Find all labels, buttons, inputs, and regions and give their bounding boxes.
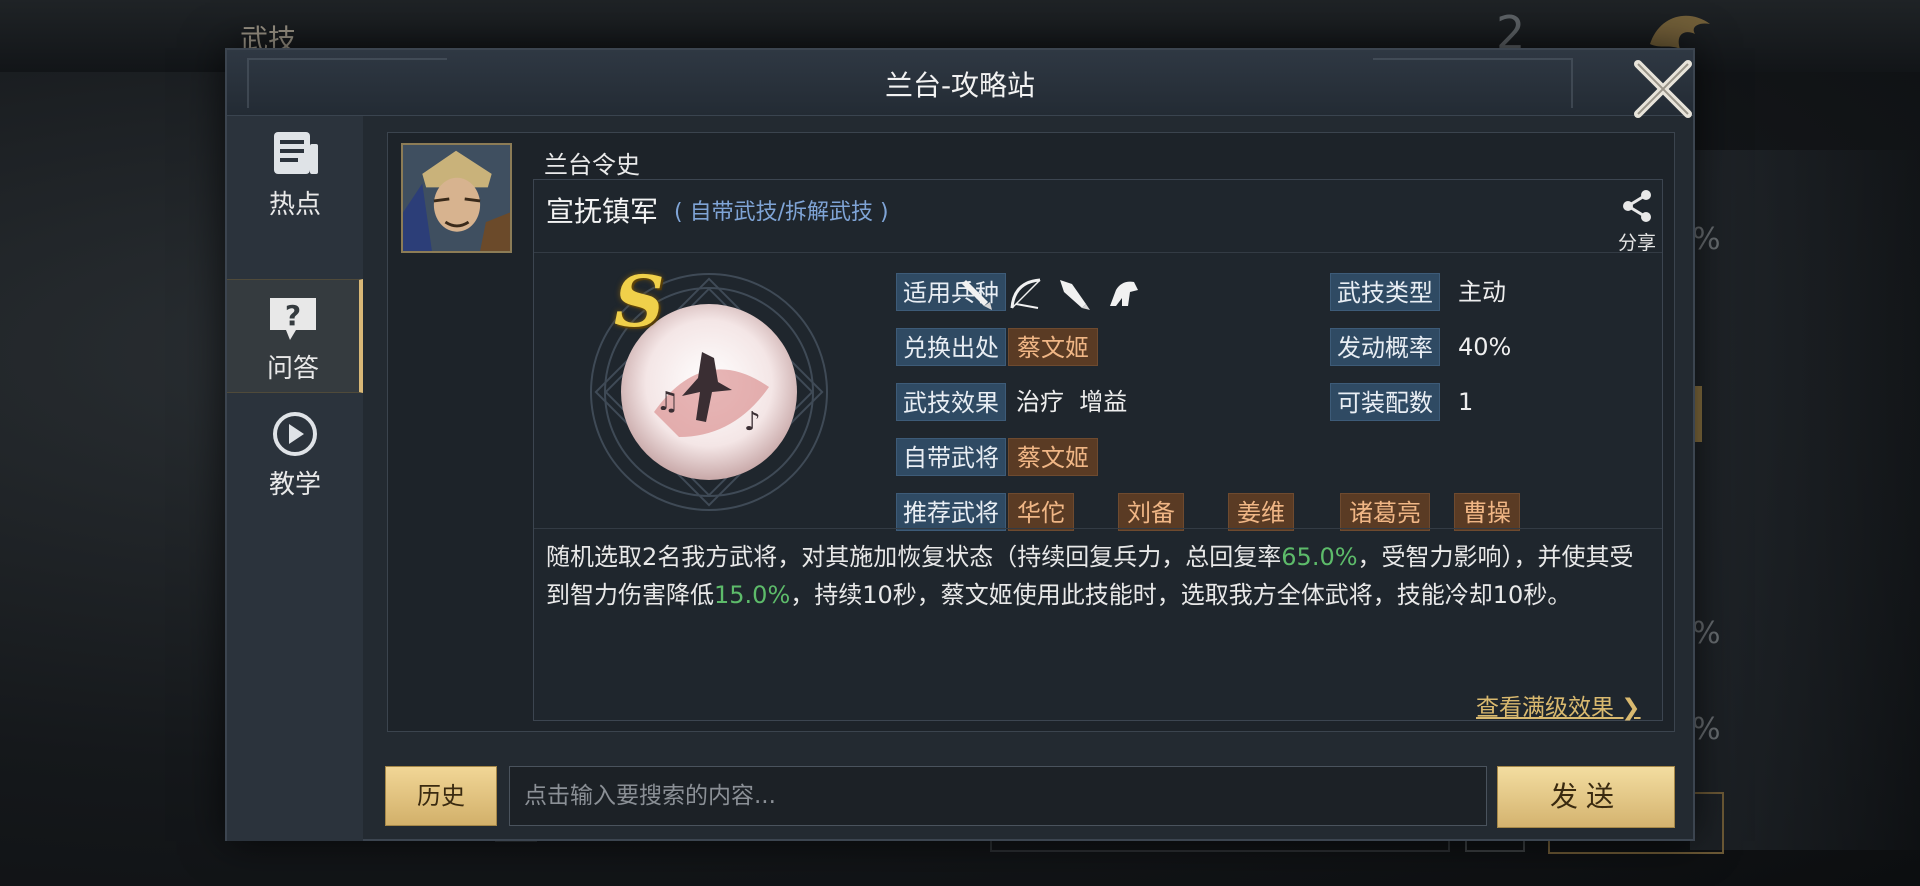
- svg-text:?: ?: [285, 299, 301, 332]
- attr-label-effect: 武技效果: [896, 383, 1006, 421]
- close-icon: [1634, 60, 1692, 118]
- background-percent: %: [1692, 616, 1721, 651]
- sidebar: 热点 ? 问答 教学: [227, 116, 363, 841]
- share-label: 分享: [1617, 232, 1656, 254]
- skill-subtitle: ( 自带武技/拆解武技 ): [674, 200, 889, 225]
- sidebar-item-label: 问答: [266, 354, 319, 384]
- strategy-dialog: 兰台-攻略站 热点 ? 问答 教学 兰台令史 宣抚镇军 (自带武技/拆解武技 …: [225, 48, 1695, 841]
- sidebar-item-tutorial[interactable]: 教学: [227, 396, 363, 510]
- bow-icon: [1008, 276, 1044, 312]
- description-text: 随机选取2名我方武将，对其施加恢复状态（持续回复兵力，总回复率: [546, 543, 1282, 571]
- svg-text:♫: ♫: [656, 387, 679, 417]
- exchange-general-chip[interactable]: 蔡文姬: [1008, 328, 1098, 366]
- attr-label-equip-count: 可装配数: [1330, 383, 1440, 421]
- close-button[interactable]: [1620, 48, 1706, 130]
- divider: [534, 528, 1662, 529]
- attr-value-skill-type: 主动: [1458, 278, 1506, 306]
- share-icon: [1623, 190, 1651, 222]
- attr-label-skill-type: 武技类型: [1330, 273, 1440, 311]
- recommend-general-chip[interactable]: 曹操: [1454, 493, 1520, 531]
- general-portrait[interactable]: [401, 143, 512, 253]
- attr-value-trigger-rate: 40%: [1458, 333, 1512, 361]
- recommend-general-chip[interactable]: 华佗: [1008, 493, 1074, 531]
- description-highlight: 15.0%: [714, 581, 791, 609]
- share-button[interactable]: 分享: [1612, 188, 1662, 255]
- owner-general-chip[interactable]: 蔡文姬: [1008, 438, 1098, 476]
- attr-label-recommend: 推荐武将: [896, 493, 1006, 531]
- attr-label-owner: 自带武将: [896, 438, 1006, 476]
- background-percent: %: [1692, 712, 1721, 747]
- history-button[interactable]: 历史: [385, 766, 497, 826]
- description-text: ，持续10秒，蔡文姬使用此技能时，选取我方全体武将，技能冷却10秒。: [790, 581, 1572, 609]
- recommend-general-chip[interactable]: 刘备: [1118, 493, 1184, 531]
- attr-value-equip-count: 1: [1458, 388, 1474, 416]
- background-percent: %: [1692, 222, 1721, 257]
- attr-label-exchange: 兑换出处: [896, 328, 1006, 366]
- sidebar-item-label: 热点: [268, 190, 321, 220]
- spear-icon: [1056, 276, 1092, 312]
- skill-title: 宣抚镇军: [546, 195, 659, 228]
- dialog-header: 兰台-攻略站: [227, 50, 1693, 116]
- sword-icon: [960, 276, 996, 312]
- skill-grade: S: [614, 260, 665, 343]
- divider: [534, 252, 1662, 253]
- play-icon: [268, 410, 322, 458]
- skill-description: 随机选取2名我方武将，对其施加恢复状态（持续回复兵力，总回复率65.0%，受智力…: [546, 538, 1656, 614]
- attr-value-effect: 治疗 增益: [1016, 388, 1128, 416]
- description-highlight: 65.0%: [1281, 543, 1358, 571]
- background-side-panel: [1690, 150, 1920, 850]
- search-input[interactable]: [509, 766, 1487, 826]
- recommend-general-chip[interactable]: 姜维: [1228, 493, 1294, 531]
- sidebar-item-label: 教学: [268, 470, 321, 500]
- general-avatar-icon: [403, 145, 510, 251]
- attr-label-trigger-rate: 发动概率: [1330, 328, 1440, 366]
- news-icon: [268, 130, 322, 178]
- sidebar-item-qa[interactable]: ? 问答: [227, 279, 363, 393]
- svg-text:♪: ♪: [744, 407, 761, 437]
- dialog-title: 兰台-攻略站: [884, 69, 1036, 102]
- sidebar-item-hot[interactable]: 热点: [227, 116, 363, 230]
- send-button[interactable]: 发送: [1497, 766, 1675, 828]
- recommend-general-chip[interactable]: 诸葛亮: [1340, 493, 1430, 531]
- content-panel: 兰台令史 宣抚镇军 ( 自带武技/拆解武技 ) 分享 ♫ ♪ S 适用兵种 兑换…: [387, 132, 1675, 732]
- view-max-level-link[interactable]: 查看满级效果 ❯: [1476, 688, 1641, 722]
- question-icon: ?: [266, 294, 320, 342]
- cavalry-icon: [1104, 276, 1140, 312]
- general-name: 兰台令史: [544, 151, 640, 179]
- skill-card: 宣抚镇军 ( 自带武技/拆解武技 ) 分享 ♫ ♪ S 适用兵种 兑换出处 蔡文…: [533, 179, 1663, 721]
